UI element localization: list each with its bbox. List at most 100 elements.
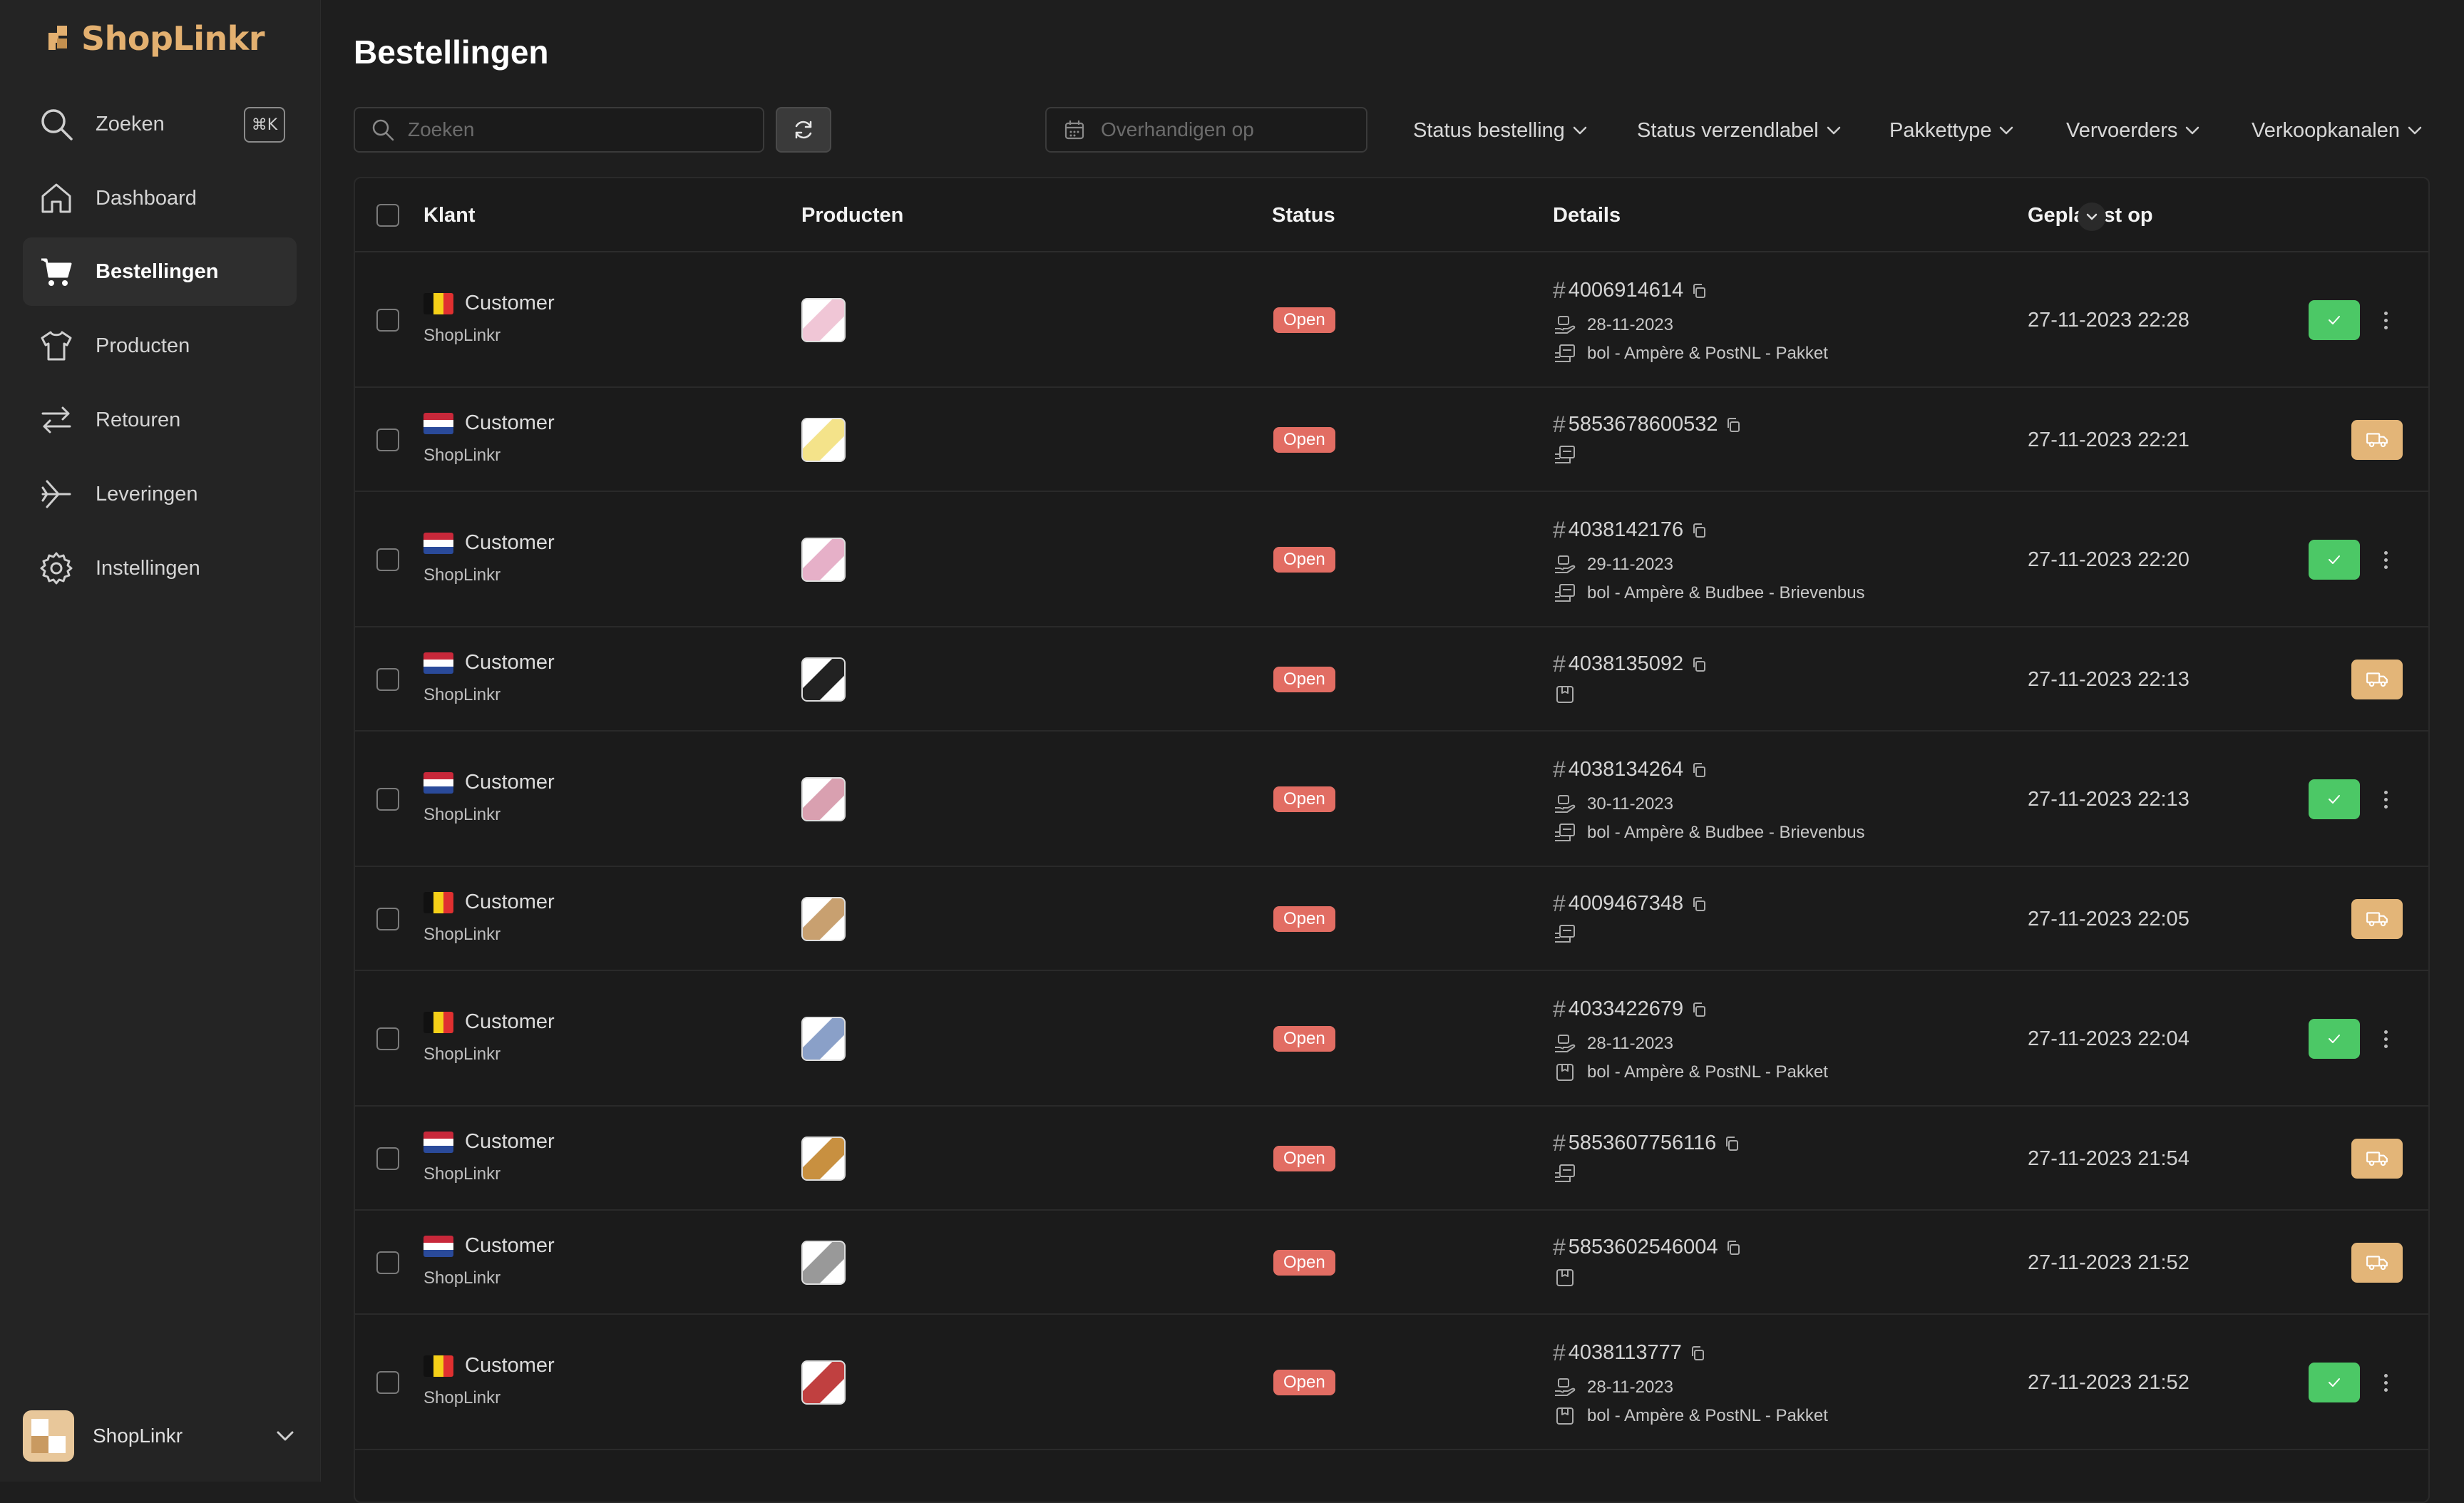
confirm-button[interactable] bbox=[2309, 300, 2360, 340]
confirm-button[interactable] bbox=[2309, 779, 2360, 819]
copy-icon[interactable] bbox=[1690, 1001, 1708, 1018]
customer-name[interactable]: Customer bbox=[465, 891, 555, 914]
customer-name[interactable]: Customer bbox=[465, 292, 555, 315]
sidebar-item-leveringen[interactable]: Leveringen bbox=[23, 460, 297, 528]
product-thumbnail[interactable] bbox=[801, 418, 846, 462]
table-row[interactable]: Customer ShopLinkr Open #4038113777 28-11-20… bbox=[355, 1315, 2428, 1450]
customer-name[interactable]: Customer bbox=[465, 651, 555, 674]
filter-sales-channels[interactable]: Verkoopkanalen bbox=[2252, 113, 2424, 148]
row-checkbox[interactable] bbox=[376, 1147, 399, 1170]
row-checkbox[interactable] bbox=[376, 1251, 399, 1274]
sidebar-item-instellingen[interactable]: Instellingen bbox=[23, 534, 297, 602]
more-options-icon[interactable] bbox=[2378, 785, 2393, 814]
organization-switcher[interactable]: ShopLinkr bbox=[23, 1409, 297, 1463]
table-row[interactable]: Customer ShopLinkr Open #5853602546004 27-11… bbox=[355, 1211, 2428, 1315]
sidebar-item-retouren[interactable]: Retouren bbox=[23, 386, 297, 454]
copy-icon[interactable] bbox=[1690, 761, 1708, 779]
create-label-button[interactable] bbox=[2351, 660, 2403, 699]
column-header-products[interactable]: Producten bbox=[801, 204, 903, 227]
filter-package-type[interactable]: Pakkettype bbox=[1889, 113, 2016, 148]
row-checkbox[interactable] bbox=[376, 309, 399, 332]
order-number[interactable]: #4033422679 bbox=[1553, 996, 1708, 1022]
copy-icon[interactable] bbox=[1690, 656, 1708, 673]
filter-carriers[interactable]: Vervoerders bbox=[2066, 113, 2202, 148]
row-checkbox[interactable] bbox=[376, 788, 399, 811]
sidebar-item-bestellingen[interactable]: Bestellingen bbox=[23, 237, 297, 306]
order-number[interactable]: #4038142176 bbox=[1553, 517, 1708, 543]
confirm-button[interactable] bbox=[2309, 540, 2360, 580]
confirm-button[interactable] bbox=[2309, 1019, 2360, 1059]
order-number[interactable]: #4038135092 bbox=[1553, 651, 1708, 677]
product-thumbnail[interactable] bbox=[801, 1360, 846, 1405]
create-label-button[interactable] bbox=[2351, 1139, 2403, 1179]
customer-name[interactable]: Customer bbox=[465, 1354, 555, 1378]
order-number[interactable]: #5853602546004 bbox=[1553, 1234, 1742, 1261]
product-thumbnail[interactable] bbox=[801, 657, 846, 702]
product-thumbnail[interactable] bbox=[801, 538, 846, 582]
copy-icon[interactable] bbox=[1689, 1345, 1706, 1362]
shipping-line bbox=[1553, 1267, 1587, 1288]
org-name: ShopLinkr bbox=[93, 1425, 183, 1447]
copy-icon[interactable] bbox=[1725, 1239, 1742, 1256]
sidebar-search[interactable]: Zoeken ⌘K bbox=[23, 90, 297, 158]
create-label-button[interactable] bbox=[2351, 899, 2403, 939]
sidebar-item-producten[interactable]: Producten bbox=[23, 312, 297, 380]
product-thumbnail[interactable] bbox=[801, 1241, 846, 1285]
table-row[interactable]: Customer ShopLinkr Open #4038135092 27-11-20… bbox=[355, 627, 2428, 732]
row-checkbox[interactable] bbox=[376, 908, 399, 930]
order-number[interactable]: #4038134264 bbox=[1553, 756, 1708, 783]
sidebar-item-dashboard[interactable]: Dashboard bbox=[23, 164, 297, 232]
app-logo[interactable]: ShopLinkr bbox=[48, 17, 265, 60]
table-row[interactable]: Customer ShopLinkr Open #4033422679 28-11-20… bbox=[355, 971, 2428, 1107]
order-number[interactable]: #4006914614 bbox=[1553, 277, 1708, 304]
row-checkbox[interactable] bbox=[376, 429, 399, 451]
refresh-button[interactable] bbox=[776, 107, 831, 153]
row-checkbox[interactable] bbox=[376, 1027, 399, 1050]
order-number[interactable]: #5853607756116 bbox=[1553, 1130, 1740, 1156]
filter-label-status[interactable]: Status verzendlabel bbox=[1637, 113, 1843, 148]
copy-icon[interactable] bbox=[1690, 522, 1708, 539]
order-number[interactable]: #5853678600532 bbox=[1553, 411, 1742, 438]
filter-order-status[interactable]: Status bestelling bbox=[1413, 113, 1589, 148]
create-label-button[interactable] bbox=[2351, 1243, 2403, 1283]
select-all-checkbox[interactable] bbox=[376, 204, 399, 227]
table-row[interactable]: Customer ShopLinkr Open #4038134264 30-11-20… bbox=[355, 732, 2428, 867]
column-header-status[interactable]: Status bbox=[1272, 204, 1335, 227]
column-header-customer[interactable]: Klant bbox=[423, 204, 476, 227]
table-row[interactable]: Customer ShopLinkr Open #5853678600532 27-11… bbox=[355, 388, 2428, 492]
customer-name[interactable]: Customer bbox=[465, 411, 555, 435]
create-label-button[interactable] bbox=[2351, 420, 2403, 460]
handover-date-input[interactable] bbox=[1101, 118, 1357, 141]
customer-name[interactable]: Customer bbox=[465, 531, 555, 555]
copy-icon[interactable] bbox=[1723, 1135, 1740, 1152]
product-thumbnail[interactable] bbox=[801, 777, 846, 821]
confirm-button[interactable] bbox=[2309, 1363, 2360, 1402]
copy-icon[interactable] bbox=[1690, 896, 1708, 913]
more-options-icon[interactable] bbox=[2378, 1025, 2393, 1053]
product-thumbnail[interactable] bbox=[801, 1137, 846, 1181]
table-row[interactable]: Customer ShopLinkr Open #5853607756116 27-11… bbox=[355, 1107, 2428, 1211]
more-options-icon[interactable] bbox=[2378, 1368, 2393, 1397]
customer-name[interactable]: Customer bbox=[465, 1234, 555, 1258]
row-checkbox[interactable] bbox=[376, 548, 399, 571]
order-number[interactable]: #4038113777 bbox=[1553, 1340, 1706, 1366]
search-input[interactable] bbox=[408, 118, 743, 141]
customer-name[interactable]: Customer bbox=[465, 1010, 555, 1034]
table-row[interactable]: Customer ShopLinkr Open #4038142176 29-11-20… bbox=[355, 492, 2428, 627]
table-row[interactable]: Customer ShopLinkr Open #4009467348 27-11-20… bbox=[355, 867, 2428, 971]
sort-button[interactable] bbox=[2078, 202, 2106, 231]
more-options-icon[interactable] bbox=[2378, 545, 2393, 574]
row-checkbox[interactable] bbox=[376, 1371, 399, 1394]
product-thumbnail[interactable] bbox=[801, 298, 846, 342]
order-number[interactable]: #4009467348 bbox=[1553, 891, 1708, 917]
more-options-icon[interactable] bbox=[2378, 306, 2393, 334]
customer-name[interactable]: Customer bbox=[465, 771, 555, 794]
product-thumbnail[interactable] bbox=[801, 897, 846, 941]
copy-icon[interactable] bbox=[1725, 416, 1742, 434]
copy-icon[interactable] bbox=[1690, 282, 1708, 299]
customer-name[interactable]: Customer bbox=[465, 1130, 555, 1154]
product-thumbnail[interactable] bbox=[801, 1017, 846, 1061]
table-row[interactable]: Customer ShopLinkr Open #4006914614 28-11-20… bbox=[355, 252, 2428, 388]
column-header-details[interactable]: Details bbox=[1553, 204, 1621, 227]
row-checkbox[interactable] bbox=[376, 668, 399, 691]
